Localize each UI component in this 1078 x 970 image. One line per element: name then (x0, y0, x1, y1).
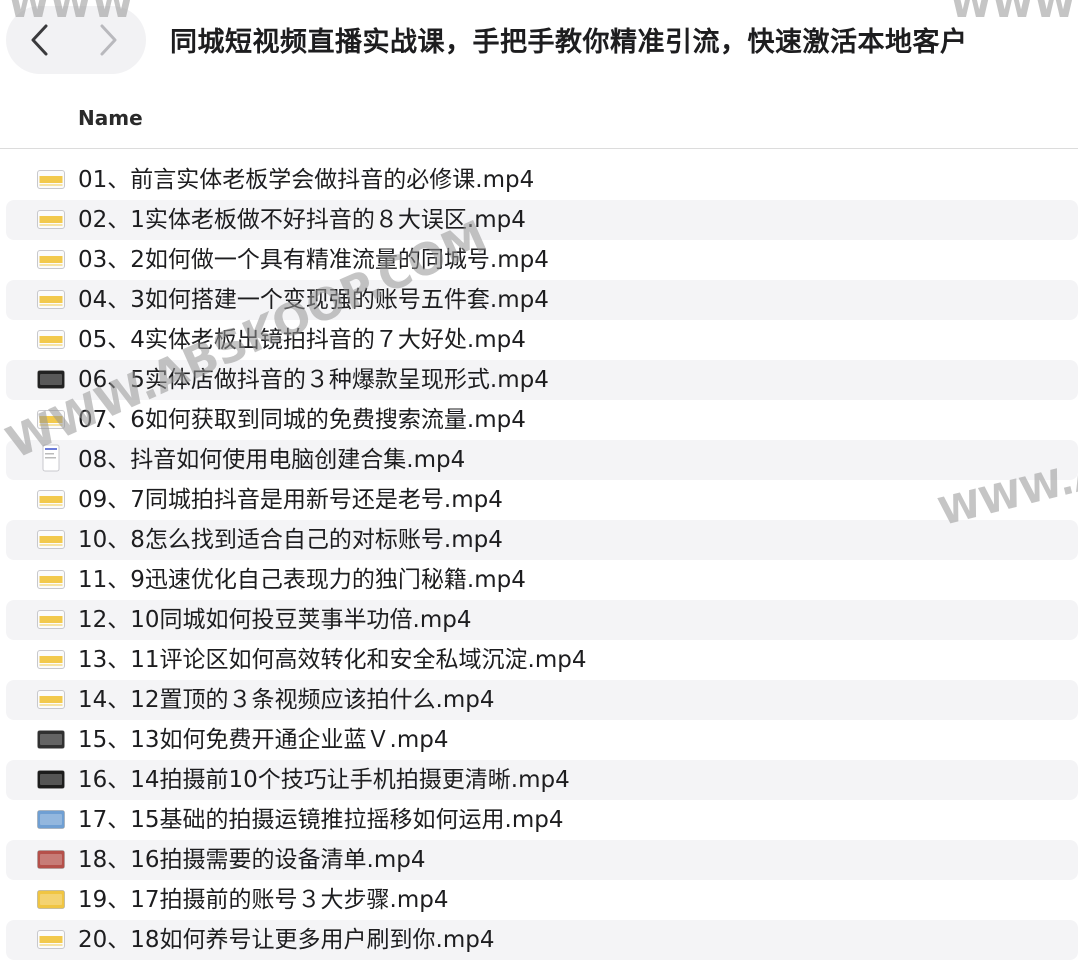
file-name: 13、11评论区如何高效转化和安全私域沉淀.mp4 (78, 647, 587, 673)
file-name: 12、10同城如何投豆荚事半功倍.mp4 (78, 607, 472, 633)
video-file-icon (37, 250, 65, 269)
file-name: 07、6如何获取到同城的免费搜索流量.mp4 (78, 407, 526, 433)
file-name: 20、18如何养号让更多用户刷到你.mp4 (78, 927, 495, 953)
file-name: 10、8怎么找到适合自己的对标账号.mp4 (78, 527, 503, 553)
video-file-icon (37, 210, 65, 229)
file-name: 01、前言实体老板学会做抖音的必修课.mp4 (78, 167, 535, 193)
file-name: 08、抖音如何使用电脑创建合集.mp4 (78, 447, 466, 473)
file-row[interactable]: 03、2如何做一个具有精准流量的同城号.mp4 (6, 240, 1078, 280)
video-thumbnail-icon (37, 850, 65, 869)
video-file-icon (37, 410, 65, 429)
file-name: 09、7同城拍抖音是用新号还是老号.mp4 (78, 487, 503, 513)
file-row[interactable]: 14、12置顶的３条视频应该拍什么.mp4 (6, 680, 1078, 720)
file-name: 19、17拍摄前的账号３大步骤.mp4 (78, 887, 449, 913)
file-row[interactable]: 13、11评论区如何高效转化和安全私域沉淀.mp4 (6, 640, 1078, 680)
video-thumbnail-icon (37, 890, 65, 909)
video-file-icon (37, 530, 65, 549)
file-name: 15、13如何免费开通企业蓝Ｖ.mp4 (78, 727, 449, 753)
video-thumbnail-icon (37, 370, 65, 389)
file-row[interactable]: 15、13如何免费开通企业蓝Ｖ.mp4 (6, 720, 1078, 760)
file-row[interactable]: 04、3如何搭建一个变现强的账号五件套.mp4 (6, 280, 1078, 320)
video-file-icon (37, 490, 65, 509)
file-row[interactable]: 16、14拍摄前10个技巧让手机拍摄更清晰.mp4 (6, 760, 1078, 800)
file-name: 17、15基础的拍摄运镜推拉摇移如何运用.mp4 (78, 807, 564, 833)
video-thumbnail-icon (37, 730, 65, 749)
video-file-icon (37, 610, 65, 629)
video-file-icon (37, 690, 65, 709)
file-name: 03、2如何做一个具有精准流量的同城号.mp4 (78, 247, 549, 273)
column-header: Name (0, 96, 1078, 149)
file-row[interactable]: 19、17拍摄前的账号３大步骤.mp4 (6, 880, 1078, 920)
file-row[interactable]: 08、抖音如何使用电脑创建合集.mp4 (6, 440, 1078, 480)
file-row[interactable]: 09、7同城拍抖音是用新号还是老号.mp4 (6, 480, 1078, 520)
video-file-icon (37, 570, 65, 589)
back-button[interactable] (6, 6, 74, 74)
video-thumbnail-icon (37, 810, 65, 829)
file-name: 02、1实体老板做不好抖音的８大误区.mp4 (78, 207, 526, 233)
video-file-icon (37, 290, 65, 309)
file-row[interactable]: 12、10同城如何投豆荚事半功倍.mp4 (6, 600, 1078, 640)
file-row[interactable]: 18、16拍摄需要的设备清单.mp4 (6, 840, 1078, 880)
window-title: 同城短视频直播实战课，手把手教你精准引流，快速激活本地客户 (170, 27, 968, 58)
column-header-name[interactable]: Name (78, 106, 143, 130)
file-row[interactable]: 17、15基础的拍摄运镜推拉摇移如何运用.mp4 (6, 800, 1078, 840)
file-row[interactable]: 10、8怎么找到适合自己的对标账号.mp4 (6, 520, 1078, 560)
file-row[interactable]: 20、18如何养号让更多用户刷到你.mp4 (6, 920, 1078, 960)
file-row[interactable]: 11、9迅速优化自己表现力的独门秘籍.mp4 (6, 560, 1078, 600)
video-file-icon (37, 330, 65, 349)
file-name: 11、9迅速优化自己表现力的独门秘籍.mp4 (78, 567, 526, 593)
chevron-right-icon (100, 24, 117, 56)
file-name: 06、5实体店做抖音的３种爆款呈现形式.mp4 (78, 367, 549, 393)
window-toolbar: 同城短视频直播实战课，手把手教你精准引流，快速激活本地客户 (0, 0, 1078, 82)
file-row[interactable]: 01、前言实体老板学会做抖音的必修课.mp4 (6, 160, 1078, 200)
file-name: 04、3如何搭建一个变现强的账号五件套.mp4 (78, 287, 549, 313)
file-name: 14、12置顶的３条视频应该拍什么.mp4 (78, 687, 495, 713)
file-row[interactable]: 06、5实体店做抖音的３种爆款呈现形式.mp4 (6, 360, 1078, 400)
chevron-left-icon (31, 24, 48, 56)
video-file-icon (37, 170, 65, 189)
forward-button[interactable] (74, 6, 142, 74)
video-file-icon (37, 650, 65, 669)
file-name: 18、16拍摄需要的设备清单.mp4 (78, 847, 426, 873)
file-row[interactable]: 07、6如何获取到同城的免费搜索流量.mp4 (6, 400, 1078, 440)
video-file-icon (37, 930, 65, 949)
file-row[interactable]: 02、1实体老板做不好抖音的８大误区.mp4 (6, 200, 1078, 240)
document-thumbnail-icon (37, 444, 65, 472)
file-name: 16、14拍摄前10个技巧让手机拍摄更清晰.mp4 (78, 767, 570, 793)
file-name: 05、4实体老板出镜拍抖音的７大好处.mp4 (78, 327, 526, 353)
video-thumbnail-icon (37, 770, 65, 789)
file-list: 01、前言实体老板学会做抖音的必修课.mp4 02、1实体老板做不好抖音的８大误区… (0, 160, 1078, 960)
file-row[interactable]: 05、4实体老板出镜拍抖音的７大好处.mp4 (6, 320, 1078, 360)
